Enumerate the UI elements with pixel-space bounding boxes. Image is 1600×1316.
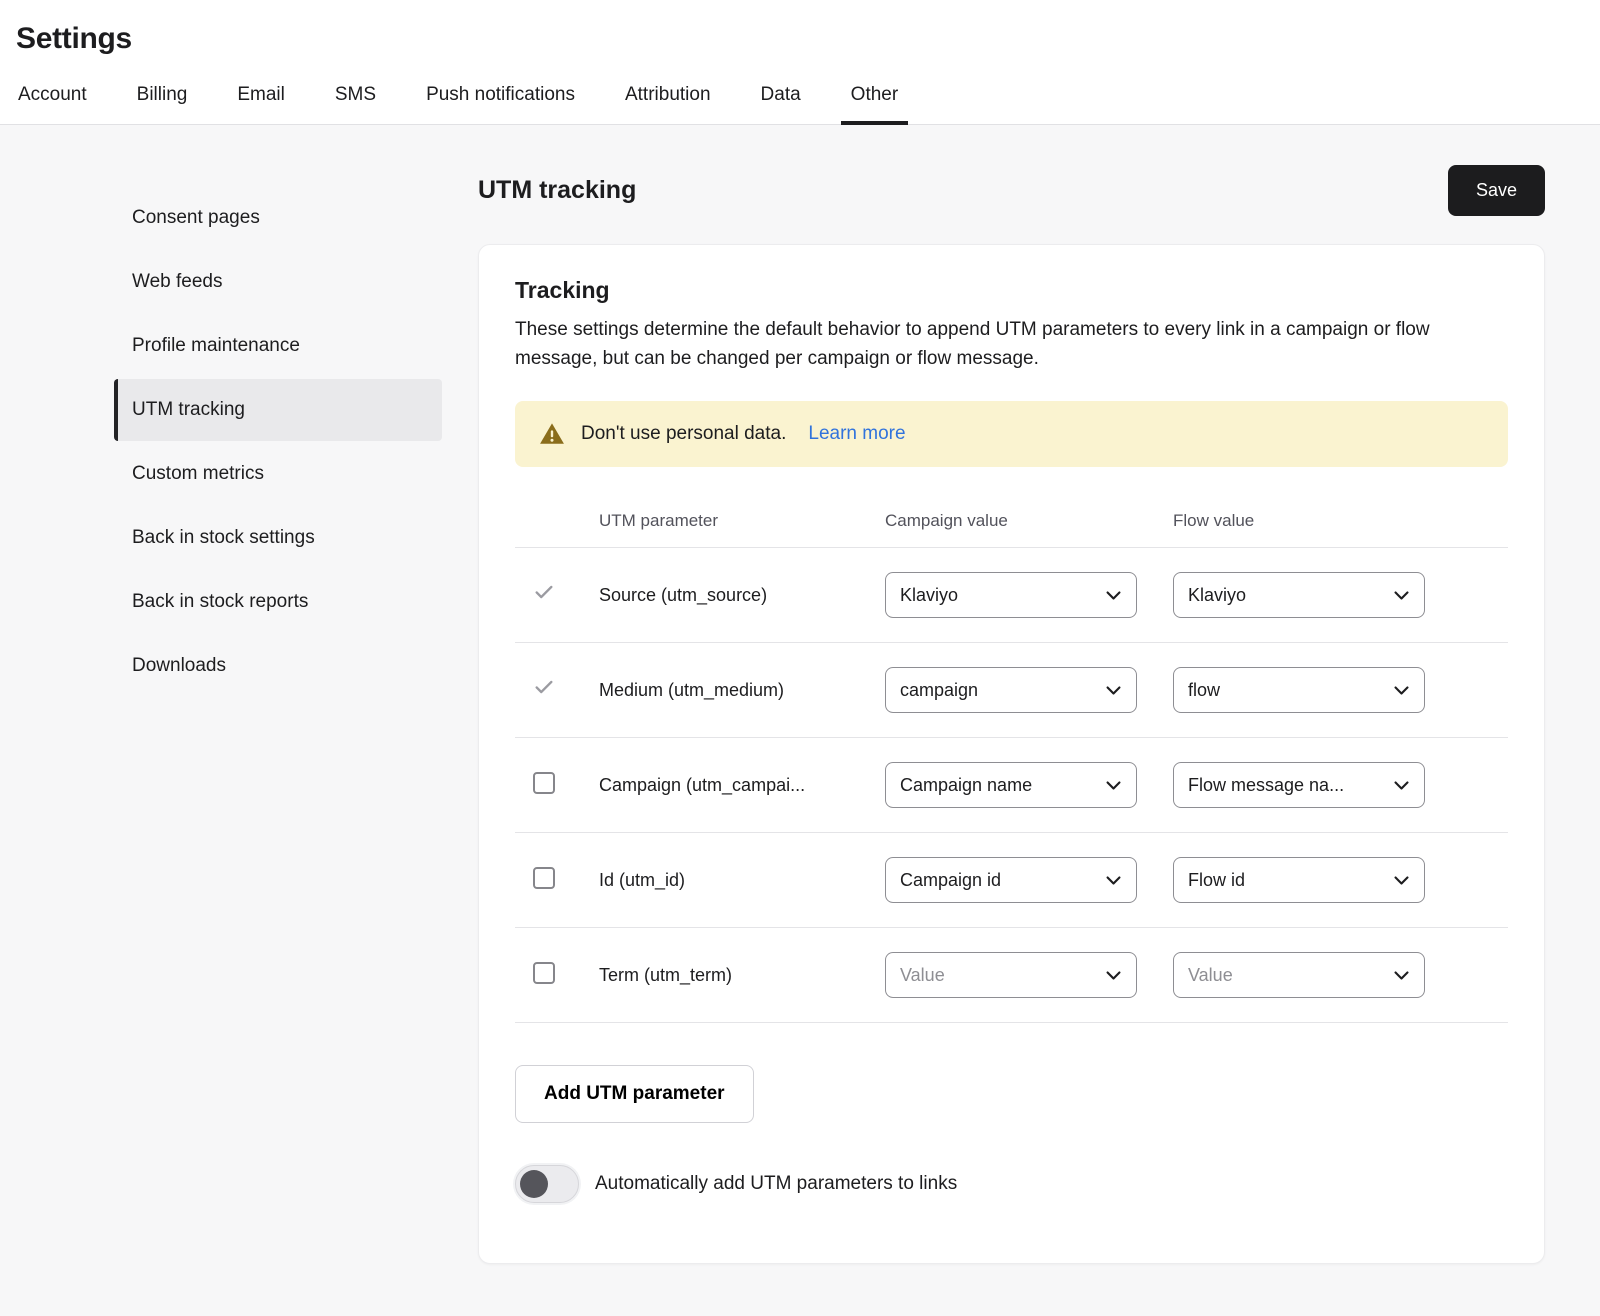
sidebar-item-custom-metrics[interactable]: Custom metrics — [114, 443, 442, 505]
tracking-card: Tracking These settings determine the de… — [478, 244, 1545, 1264]
warning-text: Don't use personal data. — [581, 423, 786, 445]
learn-more-link[interactable]: Learn more — [808, 423, 905, 445]
auto-utm-toggle-label: Automatically add UTM parameters to link… — [595, 1173, 957, 1195]
utm-table-row-medium-utm-medium: Medium (utm_medium) campaign flow — [515, 643, 1508, 738]
campaign-value-select[interactable]: Klaviyo — [885, 572, 1137, 618]
sidebar-item-utm-tracking[interactable]: UTM tracking — [114, 379, 442, 441]
checkbox-unchecked[interactable] — [533, 962, 555, 984]
flow-value-select-value: Klaviyo — [1188, 585, 1254, 606]
flow-value-select-value: Flow message na... — [1188, 775, 1352, 796]
chevron-down-icon — [1392, 871, 1411, 890]
col-header-flow-value: Flow value — [1173, 511, 1467, 531]
campaign-value-select-value: Campaign name — [900, 775, 1040, 796]
sidebar: Consent pagesWeb feedsProfile maintenanc… — [0, 125, 462, 699]
campaign-value-select[interactable]: Value — [885, 952, 1137, 998]
chevron-down-icon — [1392, 681, 1411, 700]
col-header-campaign-value: Campaign value — [885, 511, 1173, 531]
sidebar-item-downloads[interactable]: Downloads — [114, 635, 442, 697]
card-heading: Tracking — [515, 277, 1508, 304]
flow-value-select-value: flow — [1188, 680, 1228, 701]
campaign-value-select[interactable]: campaign — [885, 667, 1137, 713]
campaign-value-select[interactable]: Campaign name — [885, 762, 1137, 808]
utm-table-row-id-utm-id: Id (utm_id) Campaign id Flow id — [515, 833, 1508, 928]
checkbox-checked-disabled — [533, 676, 555, 698]
save-button[interactable]: Save — [1448, 165, 1545, 216]
tab-sms[interactable]: SMS — [333, 84, 378, 124]
campaign-value-select[interactable]: Campaign id — [885, 857, 1137, 903]
campaign-value-select-value: Campaign id — [900, 870, 1009, 891]
tab-bar: Account Billing Email SMS Push notifications… — [16, 84, 1600, 124]
tab-email[interactable]: Email — [235, 84, 287, 124]
flow-value-select[interactable]: Flow id — [1173, 857, 1425, 903]
campaign-value-select-value: campaign — [900, 680, 986, 701]
checkbox-unchecked[interactable] — [533, 772, 555, 794]
tab-account[interactable]: Account — [16, 84, 89, 124]
chevron-down-icon — [1104, 776, 1123, 795]
checkbox-unchecked[interactable] — [533, 867, 555, 889]
chevron-down-icon — [1392, 776, 1411, 795]
page-header: Settings Account Billing Email SMS Push noti… — [0, 0, 1600, 125]
sidebar-item-back-in-stock-reports[interactable]: Back in stock reports — [114, 571, 442, 633]
check-icon — [533, 675, 555, 699]
tab-push-notifications[interactable]: Push notifications — [424, 84, 577, 124]
toggle-knob — [520, 1170, 548, 1198]
chevron-down-icon — [1392, 586, 1411, 605]
flow-value-select-value: Value — [1188, 965, 1241, 986]
sidebar-item-web-feeds[interactable]: Web feeds — [114, 251, 442, 313]
flow-value-select[interactable]: flow — [1173, 667, 1425, 713]
utm-table-row-term-utm-term: Term (utm_term) Value Value — [515, 928, 1508, 1023]
check-icon — [533, 580, 555, 604]
main-content: UTM tracking Save Tracking These setting… — [462, 125, 1600, 1264]
col-header-utm-parameter: UTM parameter — [599, 511, 885, 531]
campaign-value-select-value: Value — [900, 965, 953, 986]
utm-table-body: Source (utm_source) Klaviyo Klaviyo Medium … — [515, 548, 1508, 1023]
auto-utm-row: Automatically add UTM parameters to link… — [515, 1165, 1508, 1203]
chevron-down-icon — [1104, 586, 1123, 605]
tab-attribution[interactable]: Attribution — [623, 84, 713, 124]
chevron-down-icon — [1104, 966, 1123, 985]
tab-data[interactable]: Data — [759, 84, 803, 124]
utm-parameter-label: Source (utm_source) — [599, 585, 885, 606]
utm-table-row-source-utm-source: Source (utm_source) Klaviyo Klaviyo — [515, 548, 1508, 643]
flow-value-select[interactable]: Flow message na... — [1173, 762, 1425, 808]
tab-billing[interactable]: Billing — [135, 84, 190, 124]
warning-icon — [539, 421, 565, 447]
utm-table-row-campaign-utm-campai: Campaign (utm_campai... Campaign name Flow… — [515, 738, 1508, 833]
sidebar-item-back-in-stock-settings[interactable]: Back in stock settings — [114, 507, 442, 569]
chevron-down-icon — [1104, 871, 1123, 890]
utm-parameter-label: Medium (utm_medium) — [599, 680, 885, 701]
sidebar-item-consent-pages[interactable]: Consent pages — [114, 187, 442, 249]
flow-value-select[interactable]: Klaviyo — [1173, 572, 1425, 618]
utm-table-header: UTM parameter Campaign value Flow value — [515, 511, 1508, 548]
tab-other[interactable]: Other — [849, 84, 901, 124]
flow-value-select[interactable]: Value — [1173, 952, 1425, 998]
checkbox-checked-disabled — [533, 581, 555, 603]
utm-parameter-label: Campaign (utm_campai... — [599, 775, 885, 796]
utm-table: UTM parameter Campaign value Flow value … — [515, 511, 1508, 1023]
utm-parameter-label: Id (utm_id) — [599, 870, 885, 891]
warning-banner: Don't use personal data. Learn more — [515, 401, 1508, 467]
utm-parameter-label: Term (utm_term) — [599, 965, 885, 986]
campaign-value-select-value: Klaviyo — [900, 585, 966, 606]
auto-utm-toggle[interactable] — [515, 1165, 579, 1203]
page-title: Settings — [16, 22, 1600, 56]
sidebar-item-profile-maintenance[interactable]: Profile maintenance — [114, 315, 442, 377]
chevron-down-icon — [1104, 681, 1123, 700]
card-description: These settings determine the default beh… — [515, 316, 1508, 373]
chevron-down-icon — [1392, 966, 1411, 985]
flow-value-select-value: Flow id — [1188, 870, 1253, 891]
add-utm-parameter-button[interactable]: Add UTM parameter — [515, 1065, 754, 1123]
section-title: UTM tracking — [478, 176, 636, 205]
